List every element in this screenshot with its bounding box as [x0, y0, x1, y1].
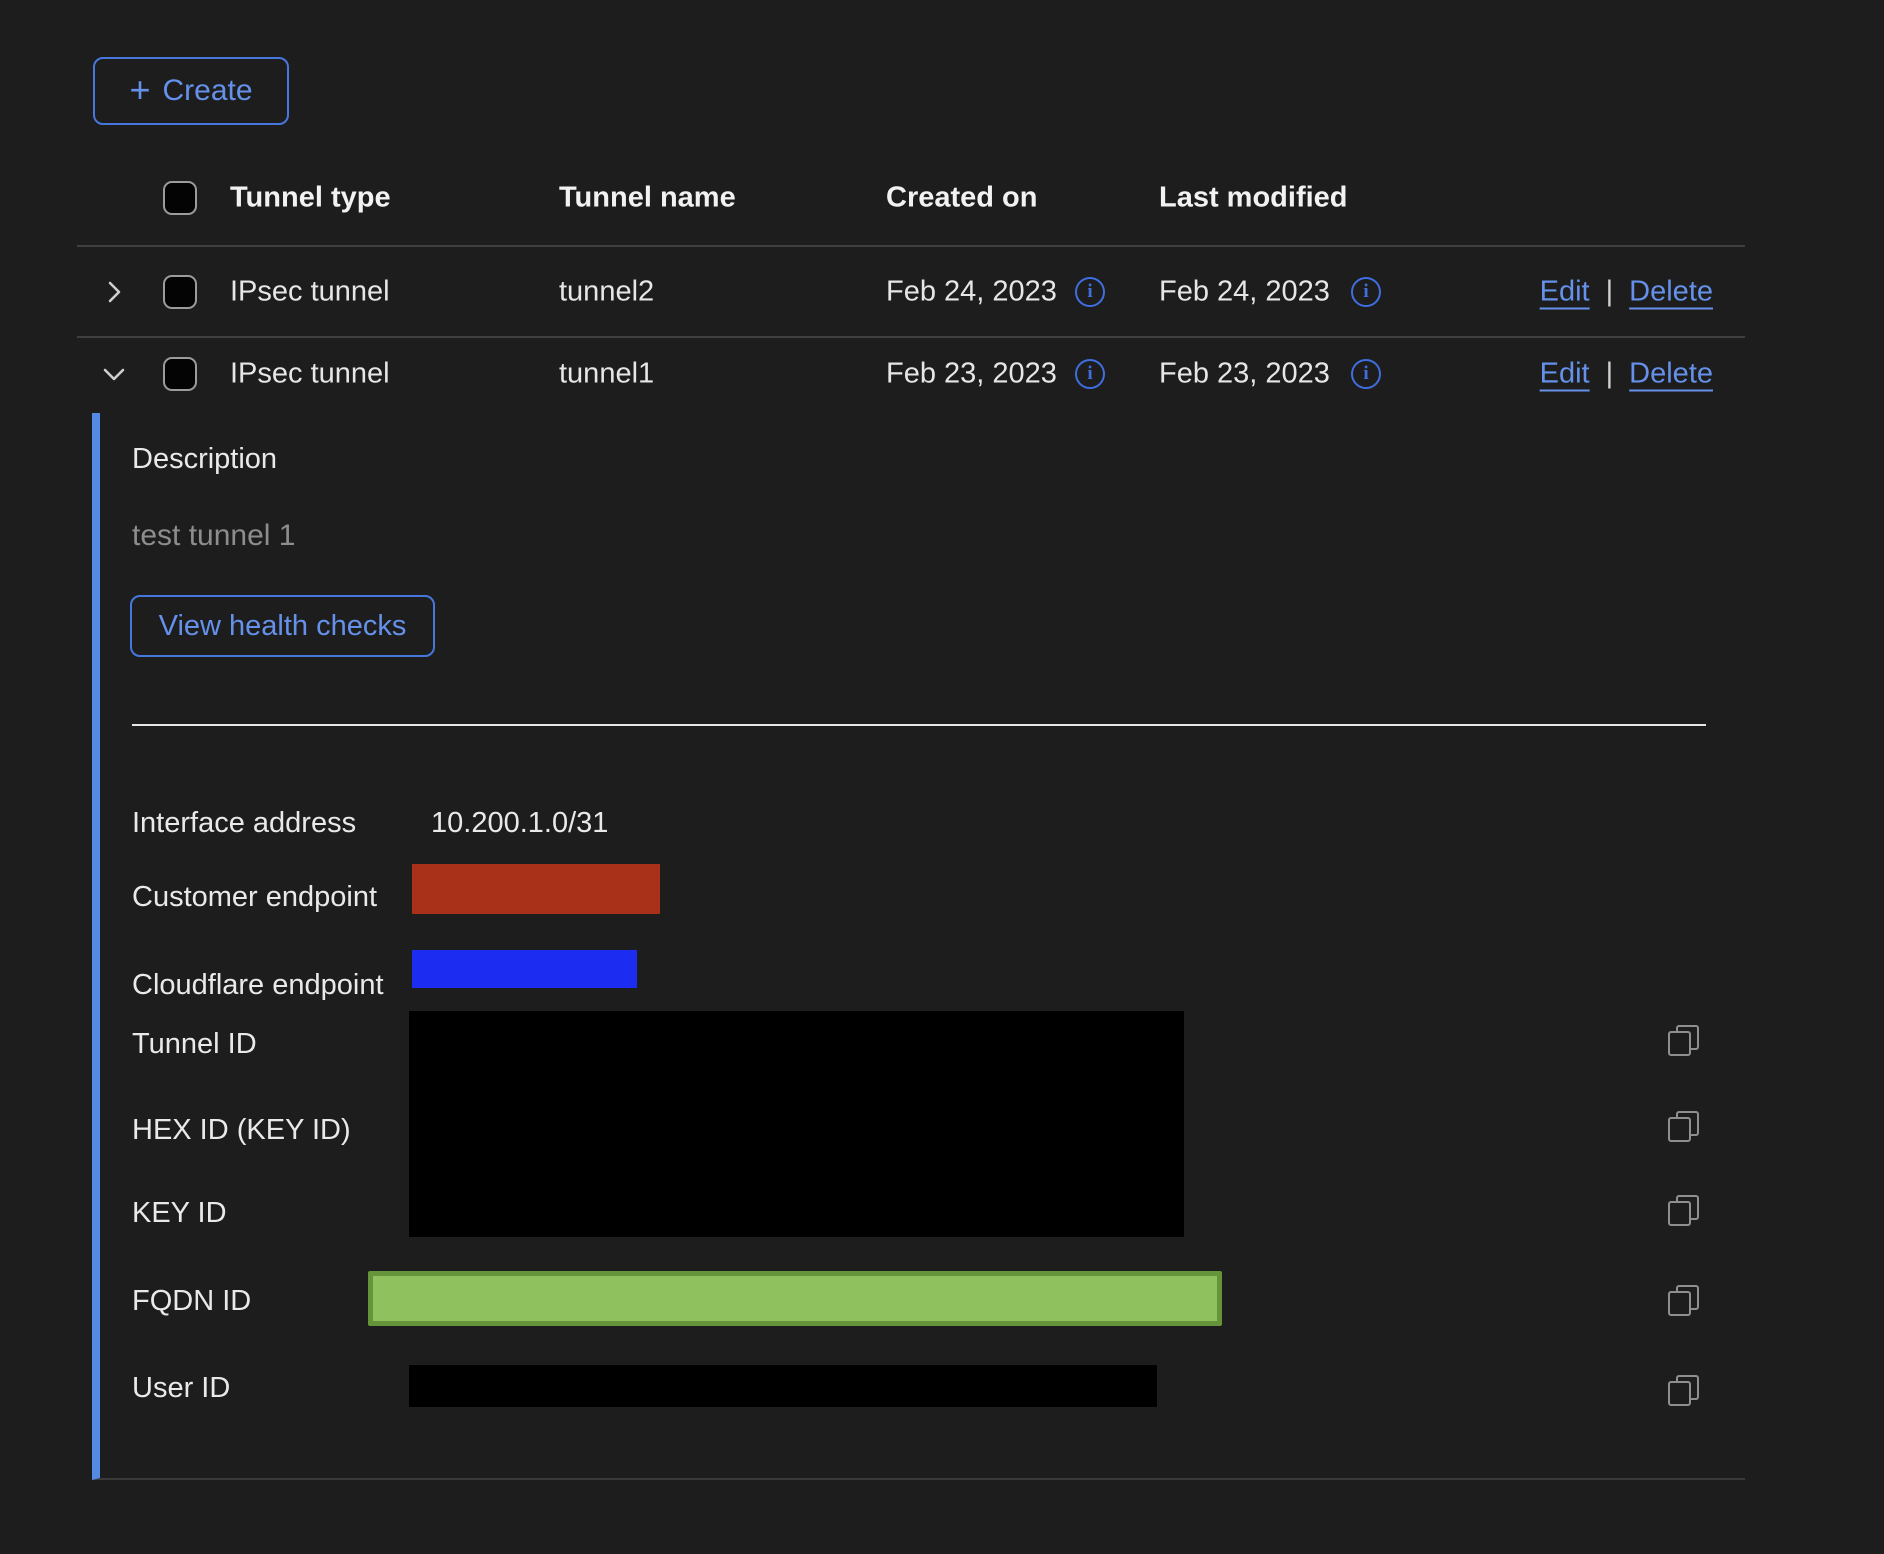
tunnel-id-label: Tunnel ID: [132, 1028, 257, 1061]
tunnel-type-cell: IPsec tunnel: [230, 275, 390, 308]
header-created-on: Created on: [886, 181, 1037, 214]
edit-link[interactable]: Edit: [1540, 357, 1590, 390]
table-row: IPsec tunnel tunnel2 Feb 24, 2023 Feb 24…: [77, 247, 1745, 338]
tunnel-name-cell: tunnel2: [559, 275, 654, 308]
select-all-checkbox[interactable]: [163, 181, 197, 215]
user-id-redacted-value: [409, 1365, 1157, 1407]
description-value: test tunnel 1: [132, 519, 295, 553]
created-on-cell: Feb 23, 2023: [886, 357, 1057, 390]
customer-endpoint-redacted-value: [412, 864, 660, 914]
last-modified-cell: Feb 23, 2023: [1159, 357, 1330, 390]
created-on-cell: Feb 24, 2023: [886, 275, 1057, 308]
header-tunnel-type: Tunnel type: [230, 181, 391, 214]
interface-address-value: 10.200.1.0/31: [431, 807, 608, 840]
key-id-label: KEY ID: [132, 1197, 227, 1230]
delete-link[interactable]: Delete: [1629, 275, 1713, 308]
copy-icon[interactable]: [1668, 1025, 1699, 1056]
hex-id-label: HEX ID (KEY ID): [132, 1114, 351, 1147]
tunnel-type-cell: IPsec tunnel: [230, 357, 390, 390]
info-icon[interactable]: [1075, 277, 1105, 307]
header-tunnel-name: Tunnel name: [559, 181, 736, 214]
ids-redacted-value: [409, 1011, 1184, 1237]
fqdn-id-redacted-value: [368, 1271, 1222, 1326]
customer-endpoint-label: Customer endpoint: [132, 881, 377, 914]
chevron-down-icon[interactable]: [99, 359, 129, 389]
plus-icon: [129, 72, 150, 108]
info-icon[interactable]: [1351, 359, 1381, 389]
row-checkbox[interactable]: [163, 357, 197, 391]
delete-link[interactable]: Delete: [1629, 357, 1713, 390]
copy-icon[interactable]: [1668, 1111, 1699, 1142]
create-button-label: Create: [162, 74, 252, 108]
tunnel-name-cell: tunnel1: [559, 357, 654, 390]
description-label: Description: [132, 443, 277, 476]
edit-link[interactable]: Edit: [1540, 275, 1590, 308]
copy-icon[interactable]: [1668, 1285, 1699, 1316]
row-checkbox[interactable]: [163, 275, 197, 309]
fqdn-id-label: FQDN ID: [132, 1285, 251, 1318]
last-modified-cell: Feb 24, 2023: [1159, 275, 1330, 308]
copy-icon[interactable]: [1668, 1375, 1699, 1406]
cloudflare-endpoint-redacted-value: [412, 950, 637, 988]
user-id-label: User ID: [132, 1372, 230, 1405]
table-header-row: Tunnel type Tunnel name Created on Last …: [77, 150, 1745, 247]
info-icon[interactable]: [1075, 359, 1105, 389]
interface-address-label: Interface address: [132, 807, 356, 840]
header-last-modified: Last modified: [1159, 181, 1348, 214]
view-health-checks-label: View health checks: [159, 610, 407, 643]
copy-icon[interactable]: [1668, 1195, 1699, 1226]
action-separator: |: [1606, 275, 1614, 308]
cloudflare-endpoint-label: Cloudflare endpoint: [132, 969, 384, 1002]
table-row: IPsec tunnel tunnel1 Feb 23, 2023 Feb 23…: [77, 338, 1745, 409]
view-health-checks-button[interactable]: View health checks: [130, 595, 435, 657]
tunnel-detail-panel: Description test tunnel 1 View health ch…: [92, 413, 1745, 1480]
chevron-right-icon[interactable]: [99, 277, 129, 307]
action-separator: |: [1606, 357, 1614, 390]
create-button[interactable]: Create: [93, 57, 289, 125]
section-divider: [132, 724, 1706, 726]
info-icon[interactable]: [1351, 277, 1381, 307]
tunnels-page: Create Tunnel type Tunnel name Created o…: [0, 0, 1884, 1554]
tunnels-table: Tunnel type Tunnel name Created on Last …: [77, 150, 1745, 409]
